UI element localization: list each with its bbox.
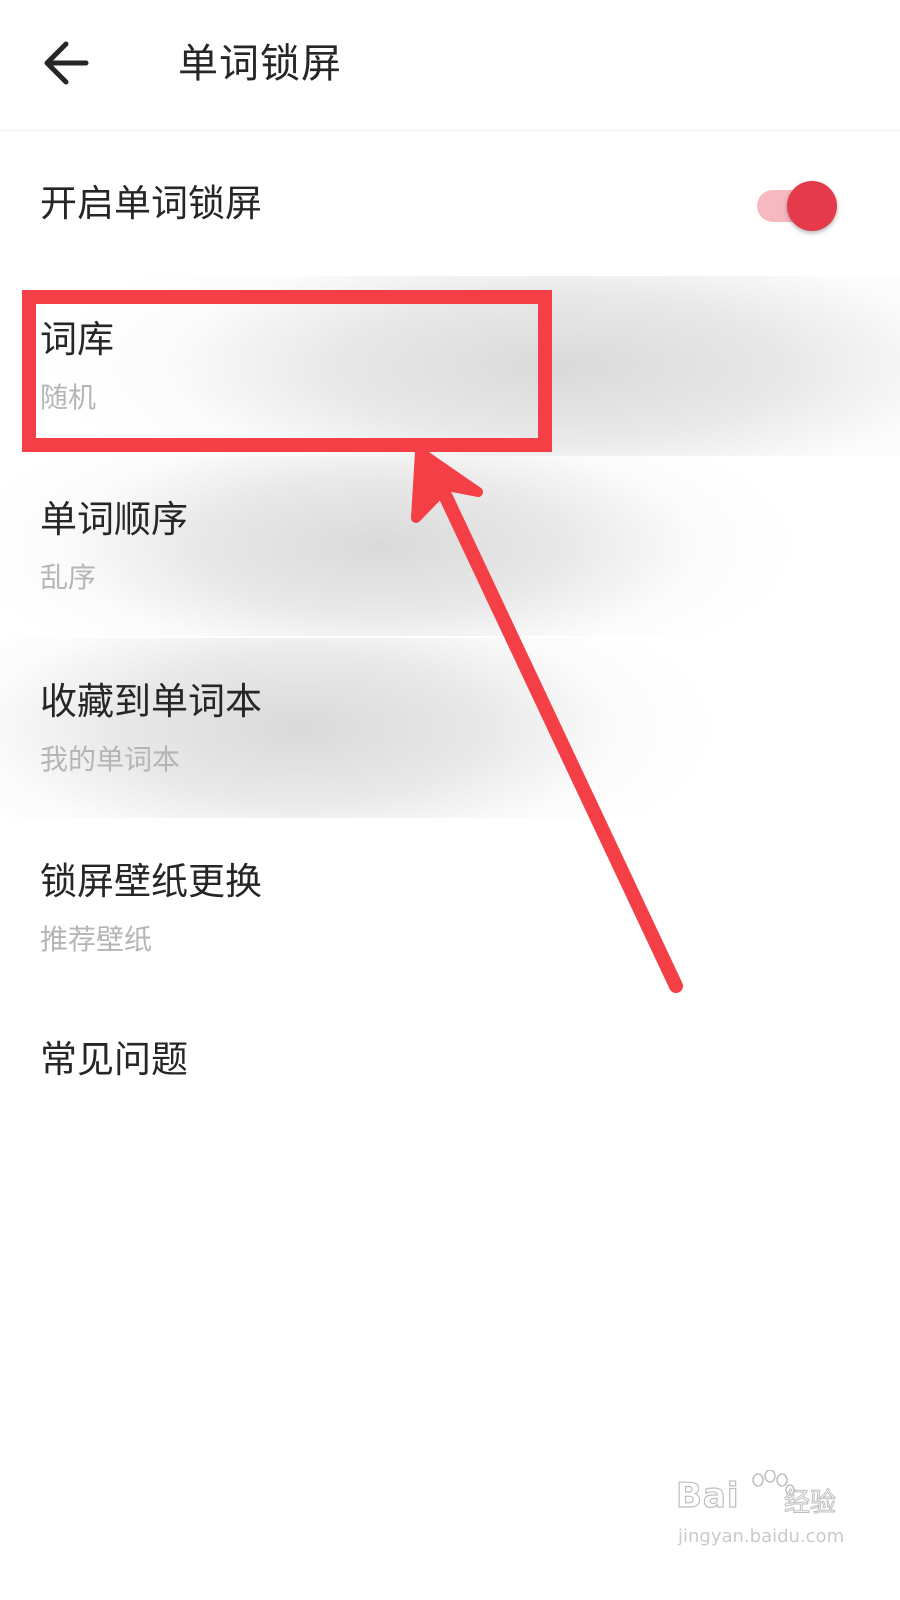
setting-row-faq[interactable]: 常见问题 — [0, 1000, 900, 1120]
press-ripple — [0, 276, 900, 456]
lock-toggle-row[interactable]: 开启单词锁屏 — [0, 148, 900, 268]
setting-row-wallpaper[interactable]: 锁屏壁纸更换 推荐壁纸 — [0, 818, 900, 998]
favorites-value: 我的单词本 — [40, 743, 181, 776]
page-title: 单词锁屏 — [178, 41, 342, 87]
arrow-left-icon — [44, 41, 89, 85]
wallpaper-title: 锁屏壁纸更换 — [40, 860, 262, 903]
library-value: 随机 — [40, 381, 97, 414]
press-ripple — [0, 638, 900, 818]
press-ripple — [0, 456, 900, 636]
back-button[interactable] — [30, 28, 100, 98]
wallpaper-value: 推荐壁纸 — [40, 923, 153, 956]
setting-row-favorites[interactable]: 收藏到单词本 我的单词本 — [0, 638, 900, 818]
watermark-sub: 经验 — [783, 1488, 837, 1519]
word-order-title: 单词顺序 — [40, 498, 188, 541]
lock-toggle-label: 开启单词锁屏 — [40, 182, 262, 225]
app-root: 单词锁屏 开启单词锁屏 词库 随机 单词顺序 乱序 收藏到单词本 我的单词本 锁… — [0, 0, 900, 1600]
baidu-watermark: Bai 经验 jingyan.baidu.com — [675, 1470, 866, 1560]
favorites-title: 收藏到单词本 — [40, 680, 262, 723]
app-header: 单词锁屏 — [0, 0, 900, 131]
lock-toggle-switch[interactable] — [755, 178, 839, 234]
library-title: 词库 — [40, 318, 114, 361]
faq-title: 常见问题 — [40, 1038, 188, 1081]
word-order-value: 乱序 — [40, 561, 97, 594]
setting-row-library[interactable]: 词库 随机 — [0, 276, 900, 456]
toggle-thumb — [787, 181, 837, 231]
watermark-brand: Bai — [675, 1475, 740, 1516]
watermark-url: jingyan.baidu.com — [678, 1526, 845, 1547]
setting-row-word-order[interactable]: 单词顺序 乱序 — [0, 456, 900, 636]
